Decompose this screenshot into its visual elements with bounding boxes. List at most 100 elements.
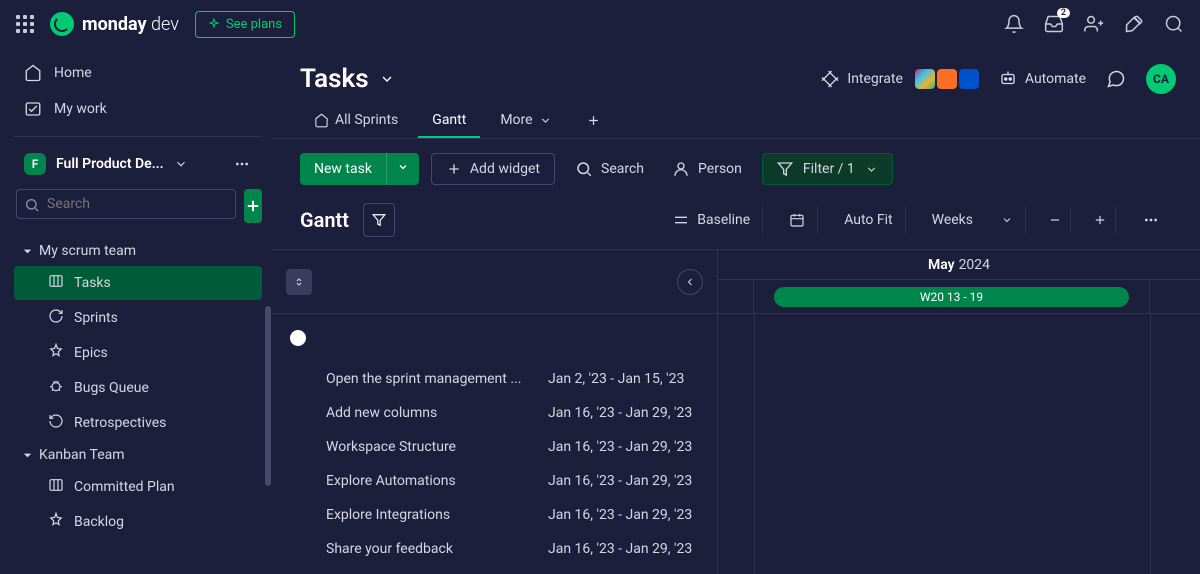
my-work-icon — [24, 100, 42, 118]
workspace-badge: F — [24, 153, 46, 175]
board-title[interactable]: Tasks — [300, 64, 395, 94]
task-name: Explore Integrations — [326, 507, 548, 523]
board-icon — [48, 273, 64, 293]
search-icon[interactable] — [1164, 14, 1184, 34]
top-bar: monday dev See plans 2 — [0, 0, 1200, 48]
workspace-selector[interactable]: F Full Product De... — [14, 147, 262, 181]
gantt-group-row[interactable] — [272, 314, 717, 362]
search-icon — [575, 160, 593, 178]
chevron-down-icon — [1001, 214, 1013, 226]
chevron-down-icon — [539, 114, 552, 127]
board-icon — [48, 477, 64, 497]
add-widget-button[interactable]: Add widget — [431, 153, 555, 185]
timeline-month-label: May2024 — [718, 250, 1200, 280]
integrate-icon — [821, 70, 839, 88]
plus-icon — [446, 161, 462, 177]
person-filter-button[interactable]: Person — [664, 154, 750, 184]
apps-menu-icon[interactable] — [16, 15, 34, 33]
gantt-task-row[interactable]: Add new columnsJan 16, '23 - Jan 29, '23 — [272, 396, 717, 430]
tab-more[interactable]: More — [486, 104, 565, 138]
task-name: Workspace Structure — [326, 439, 548, 455]
zoom-in-button[interactable] — [1085, 207, 1116, 233]
add-view-button[interactable] — [572, 104, 615, 138]
gantt-filter-icon-button[interactable] — [363, 203, 395, 237]
nav-home[interactable]: Home — [14, 56, 262, 90]
integrate-button[interactable]: Integrate — [821, 69, 979, 89]
discussion-button[interactable] — [1106, 69, 1126, 89]
automate-button[interactable]: Automate — [999, 70, 1086, 88]
group-color-dot — [290, 330, 306, 346]
gantt-task-row[interactable]: Explore IntegrationsJan 16, '23 - Jan 29… — [272, 498, 717, 532]
baseline-icon — [673, 212, 689, 228]
notifications-icon[interactable] — [1004, 14, 1024, 34]
task-name: Share your feedback — [326, 541, 548, 557]
gantt-timeline[interactable]: May2024 W20 13 - 19 — [718, 250, 1200, 574]
timeline-week-cell: W20 13 - 19 — [754, 280, 1150, 313]
add-item-button[interactable] — [244, 189, 262, 223]
tab-all-sprints[interactable]: All Sprints — [300, 104, 412, 138]
tab-gantt[interactable]: Gantt — [418, 104, 480, 138]
gantt-task-row[interactable]: Share your feedbackJan 16, '23 - Jan 29,… — [272, 532, 717, 566]
task-dates: Jan 16, '23 - Jan 29, '23 — [548, 541, 692, 557]
search-button[interactable]: Search — [567, 154, 652, 184]
gantt-more-button[interactable] — [1130, 206, 1172, 234]
sidebar-group[interactable]: My scrum team — [14, 237, 262, 265]
inbox-badge: 2 — [1057, 8, 1070, 18]
task-dates: Jan 16, '23 - Jan 29, '23 — [548, 405, 692, 421]
sidebar-search-input[interactable] — [16, 189, 236, 219]
nav-my-work[interactable]: My work — [14, 92, 262, 126]
chat-icon — [1106, 69, 1126, 89]
home-icon — [24, 64, 42, 82]
chevron-down-icon — [379, 71, 395, 87]
sidebar-item[interactable]: Sprints — [14, 301, 262, 335]
home-icon — [314, 113, 329, 128]
chevron-down-icon — [174, 157, 188, 171]
sparkle-icon — [208, 18, 220, 30]
sidebar-item[interactable]: Bugs Queue — [14, 371, 262, 405]
zoom-out-button[interactable] — [1040, 207, 1071, 233]
gantt-task-row[interactable]: Open the sprint management ...Jan 2, '23… — [272, 362, 717, 396]
gantt-task-row[interactable]: Explore AutomationsJan 16, '23 - Jan 29,… — [272, 464, 717, 498]
user-avatar[interactable]: CA — [1146, 64, 1176, 94]
sidebar: Home My work F Full Product De... My scr… — [4, 48, 272, 574]
new-task-dropdown[interactable] — [386, 153, 419, 185]
timescale-select[interactable]: Weeks — [920, 206, 1026, 234]
sidebar-item[interactable]: Epics — [14, 336, 262, 370]
apps-icon[interactable] — [1124, 14, 1144, 34]
collapse-panel-button[interactable] — [677, 269, 703, 295]
calendar-icon — [789, 212, 805, 228]
today-button[interactable] — [777, 206, 818, 234]
collapse-all-button[interactable] — [286, 269, 312, 295]
sidebar-scrollbar[interactable] — [264, 96, 272, 574]
gantt-task-row[interactable]: Workspace StructureJan 16, '23 - Jan 29,… — [272, 430, 717, 464]
see-plans-button[interactable]: See plans — [195, 11, 295, 38]
auto-fit-button[interactable]: Auto Fit — [832, 206, 905, 234]
filter-button[interactable]: Filter / 1 — [762, 153, 893, 185]
bug-icon — [48, 378, 64, 398]
more-icon[interactable] — [232, 156, 252, 172]
integration-app-icons — [915, 69, 979, 89]
task-dates: Jan 16, '23 - Jan 29, '23 — [548, 439, 692, 455]
invite-icon[interactable] — [1084, 14, 1104, 34]
task-dates: Jan 2, '23 - Jan 15, '23 — [548, 371, 684, 387]
sidebar-item[interactable]: Retrospectives — [14, 406, 262, 440]
task-dates: Jan 16, '23 - Jan 29, '23 — [548, 507, 692, 523]
main-content: Tasks Integrate Automate — [272, 48, 1200, 574]
product-logo[interactable]: monday dev — [50, 12, 179, 36]
sidebar-item[interactable]: Tasks — [14, 266, 262, 300]
baseline-button[interactable]: Baseline — [661, 206, 763, 234]
new-task-button[interactable]: New task — [300, 153, 419, 185]
retro-icon — [48, 413, 64, 433]
task-name: Explore Automations — [326, 473, 548, 489]
sidebar-group[interactable]: Kanban Team — [14, 441, 262, 469]
inbox-icon[interactable]: 2 — [1044, 14, 1064, 34]
sidebar-item[interactable]: Backlog — [14, 505, 262, 539]
plus-icon — [586, 113, 601, 128]
task-name: Add new columns — [326, 405, 548, 421]
logo-icon — [50, 12, 74, 36]
current-week-pill: W20 13 - 19 — [774, 287, 1129, 307]
automate-icon — [999, 70, 1017, 88]
filter-icon — [777, 161, 793, 177]
gantt-task-list: Open the sprint management ...Jan 2, '23… — [272, 250, 718, 574]
sidebar-item[interactable]: Committed Plan — [14, 470, 262, 504]
